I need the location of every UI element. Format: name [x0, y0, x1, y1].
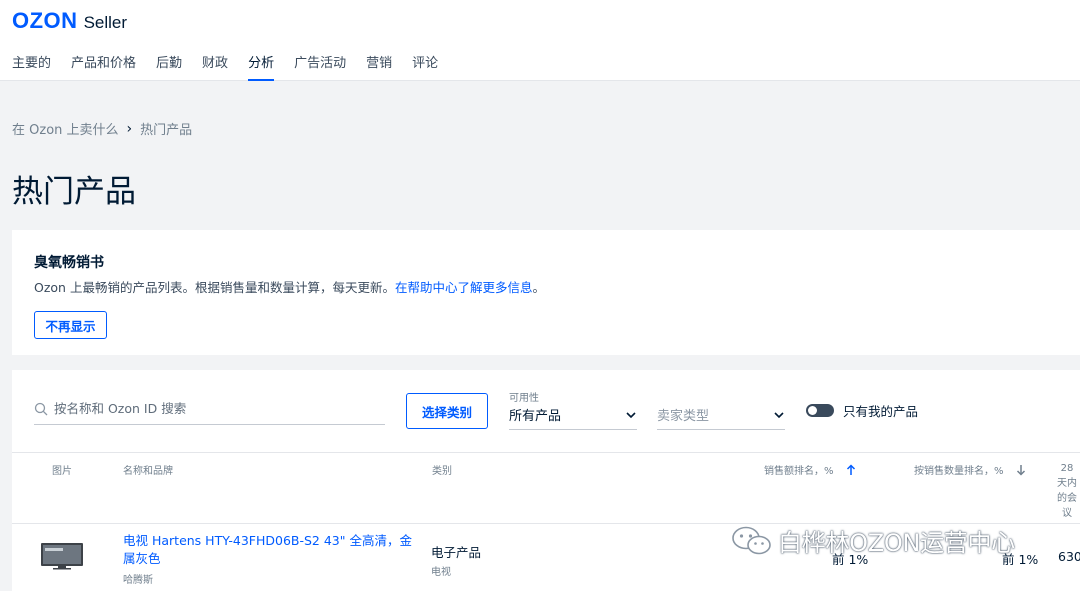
nav-item-analytics[interactable]: 分析	[248, 52, 275, 81]
column-revenue-rank-label: 销售额排名，%	[764, 466, 834, 477]
column-28-days-line: 的会	[1057, 493, 1077, 504]
breadcrumb: 在 Ozon 上卖什么 › 热门产品	[12, 119, 193, 139]
logo-brand: OZON	[12, 8, 78, 33]
nav-item-logistics[interactable]: 后勤	[156, 52, 182, 81]
breadcrumb-parent[interactable]: 在 Ozon 上卖什么	[12, 119, 119, 138]
nav-item-marketing[interactable]: 营销	[366, 52, 392, 81]
chevron-down-icon	[626, 411, 636, 418]
column-image: 图片	[52, 466, 72, 477]
ozon-seller-logo[interactable]: OZON Seller	[12, 8, 127, 34]
watermark: 白桦林OZON运营中心	[730, 523, 1015, 558]
help-center-link[interactable]: 在帮助中心了解更多信息	[395, 280, 533, 295]
dont-show-again-button[interactable]: 不再显示	[34, 311, 107, 339]
main-nav: 主要的 产品和价格 后勤 财政 分析 广告活动 营销 评论	[12, 52, 458, 81]
only-my-products-toggle[interactable]: 只有我的产品	[806, 401, 918, 420]
search-input[interactable]	[54, 401, 374, 416]
info-card-title: 臭氧畅销书	[34, 255, 104, 271]
days28-value: 630	[1058, 549, 1080, 564]
wechat-icon	[732, 526, 771, 554]
table-header: 图片 名称和品牌 类别 销售额排名，% 按销售数量排名，% 28 天内 的会 议	[12, 452, 1080, 524]
column-quantity-rank-label: 按销售数量排名，%	[914, 466, 1004, 477]
column-revenue-rank[interactable]: 销售额排名，%	[764, 462, 856, 477]
chevron-down-icon	[774, 411, 784, 418]
nav-item-ad-campaigns[interactable]: 广告活动	[294, 52, 346, 81]
select-category-button[interactable]: 选择类别	[406, 393, 488, 429]
availability-select[interactable]: 所有产品	[509, 400, 637, 430]
column-category: 类别	[432, 466, 452, 477]
sort-descending-icon[interactable]	[1016, 464, 1026, 476]
column-28-days: 28 天内 的会 议	[1054, 461, 1080, 521]
chevron-right-icon: ›	[126, 120, 133, 137]
column-28-days-line: 议	[1062, 508, 1072, 519]
column-28-days-line: 28	[1060, 463, 1074, 474]
product-name-link[interactable]: 电视 Hartens HTY-43FHD06B-S2 43" 全高清，金属灰色	[123, 532, 413, 568]
top-bar: OZON Seller 主要的 产品和价格 后勤 财政 分析 广告活动 营销 评…	[0, 0, 1080, 81]
product-thumbnail[interactable]	[39, 541, 85, 571]
info-card-text: Ozon 上最畅销的产品列表。根据销售量和数量计算，每天更新。在帮助中心了解更多…	[34, 277, 545, 296]
product-brand: 哈腾斯	[123, 575, 153, 586]
nav-item-finance[interactable]: 财政	[202, 52, 228, 81]
search-icon	[34, 402, 48, 415]
watermark-text: 白桦林OZON运营中心	[778, 529, 1015, 557]
nav-item-main[interactable]: 主要的	[12, 52, 51, 81]
search-field	[34, 393, 385, 425]
column-quantity-rank[interactable]: 按销售数量排名，%	[914, 462, 1026, 477]
toggle-switch[interactable]	[806, 404, 834, 417]
only-my-products-label: 只有我的产品	[843, 404, 919, 419]
logo-product: Seller	[83, 13, 128, 32]
breadcrumb-current: 热门产品	[140, 123, 193, 138]
column-28-days-line: 天内	[1057, 478, 1077, 489]
seller-type-placeholder: 卖家类型	[657, 409, 710, 424]
nav-item-reviews[interactable]: 评论	[412, 52, 438, 81]
nav-item-products-prices[interactable]: 产品和价格	[71, 52, 136, 81]
page-title: 热门产品	[12, 174, 136, 210]
toggle-knob	[808, 406, 817, 415]
bestsellers-info-card: 臭氧畅销书 Ozon 上最畅销的产品列表。根据销售量和数量计算，每天更新。在帮助…	[12, 230, 1080, 355]
seller-type-select[interactable]: 卖家类型	[657, 400, 785, 430]
sort-ascending-icon[interactable]	[846, 463, 856, 476]
product-category: 电子产品	[431, 545, 482, 560]
column-name-brand: 名称和品牌	[123, 466, 173, 477]
info-card-text-end: 。	[532, 280, 545, 295]
product-subcategory: 电视	[431, 567, 451, 578]
info-card-description: Ozon 上最畅销的产品列表。根据销售量和数量计算，每天更新。	[34, 280, 395, 295]
availability-value: 所有产品	[509, 409, 562, 424]
